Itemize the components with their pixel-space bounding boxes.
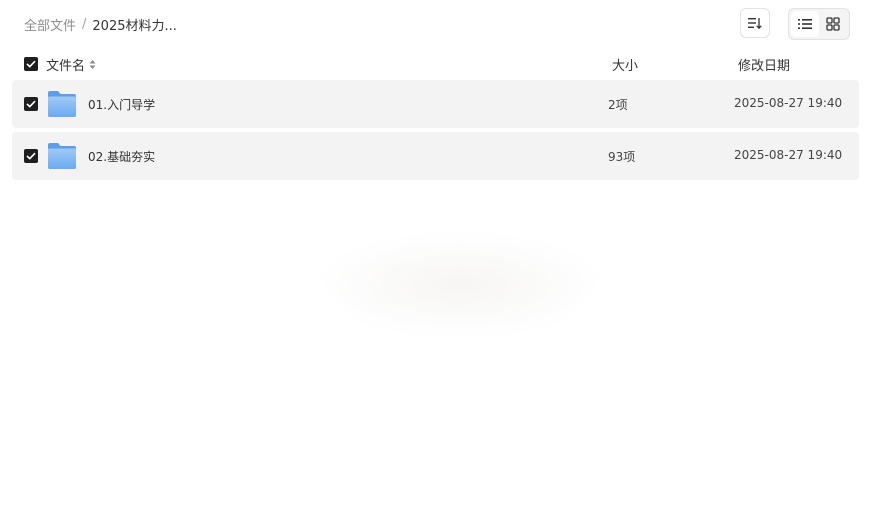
table-row[interactable]: 01.入门导学 2项 2025-08-27 19:40: [12, 80, 859, 128]
breadcrumb-root-link[interactable]: 全部文件: [24, 15, 76, 34]
file-date: 2025-08-27 19:40: [734, 148, 843, 162]
file-date: 2025-08-27 19:40: [734, 96, 843, 110]
grid-view-button[interactable]: [819, 11, 847, 37]
list-view-icon: [798, 19, 812, 29]
column-header-name-label: 文件名: [46, 59, 86, 74]
breadcrumb-current: 2025材料力...: [92, 18, 177, 34]
folder-icon: [48, 143, 76, 169]
sort-list-icon: [748, 18, 762, 30]
column-header-name[interactable]: 文件名: [46, 55, 96, 74]
checkmark-icon: [26, 60, 36, 68]
table-row[interactable]: 02.基础夯实 93项 2025-08-27 19:40: [12, 132, 859, 180]
list-view-button[interactable]: [791, 11, 819, 37]
checkmark-icon: [26, 100, 36, 108]
select-all-checkbox[interactable]: [24, 57, 38, 71]
file-name[interactable]: 01.入门导学: [88, 96, 155, 113]
background-decoration: [310, 230, 610, 340]
sort-button[interactable]: [740, 8, 770, 38]
file-browser: 全部文件 / 2025材料力... 文件名 大小 修改日期 01.入门导学 2项…: [0, 0, 874, 514]
grid-view-icon: [826, 17, 840, 31]
file-size: 2项: [608, 98, 628, 112]
checkmark-icon: [26, 152, 36, 160]
file-name[interactable]: 02.基础夯实: [88, 148, 155, 165]
row-checkbox[interactable]: [24, 149, 38, 163]
view-switch: [788, 8, 850, 40]
breadcrumb-separator: /: [82, 16, 87, 32]
folder-icon: [48, 91, 76, 117]
column-header-size[interactable]: 大小: [612, 55, 638, 74]
row-checkbox[interactable]: [24, 97, 38, 111]
column-header-date[interactable]: 修改日期: [738, 55, 790, 74]
breadcrumb: 全部文件 / 2025材料力...: [24, 14, 177, 34]
sort-caret-icon: [89, 59, 96, 70]
table-header: 文件名 大小 修改日期: [12, 50, 859, 78]
file-size: 93项: [608, 150, 636, 164]
